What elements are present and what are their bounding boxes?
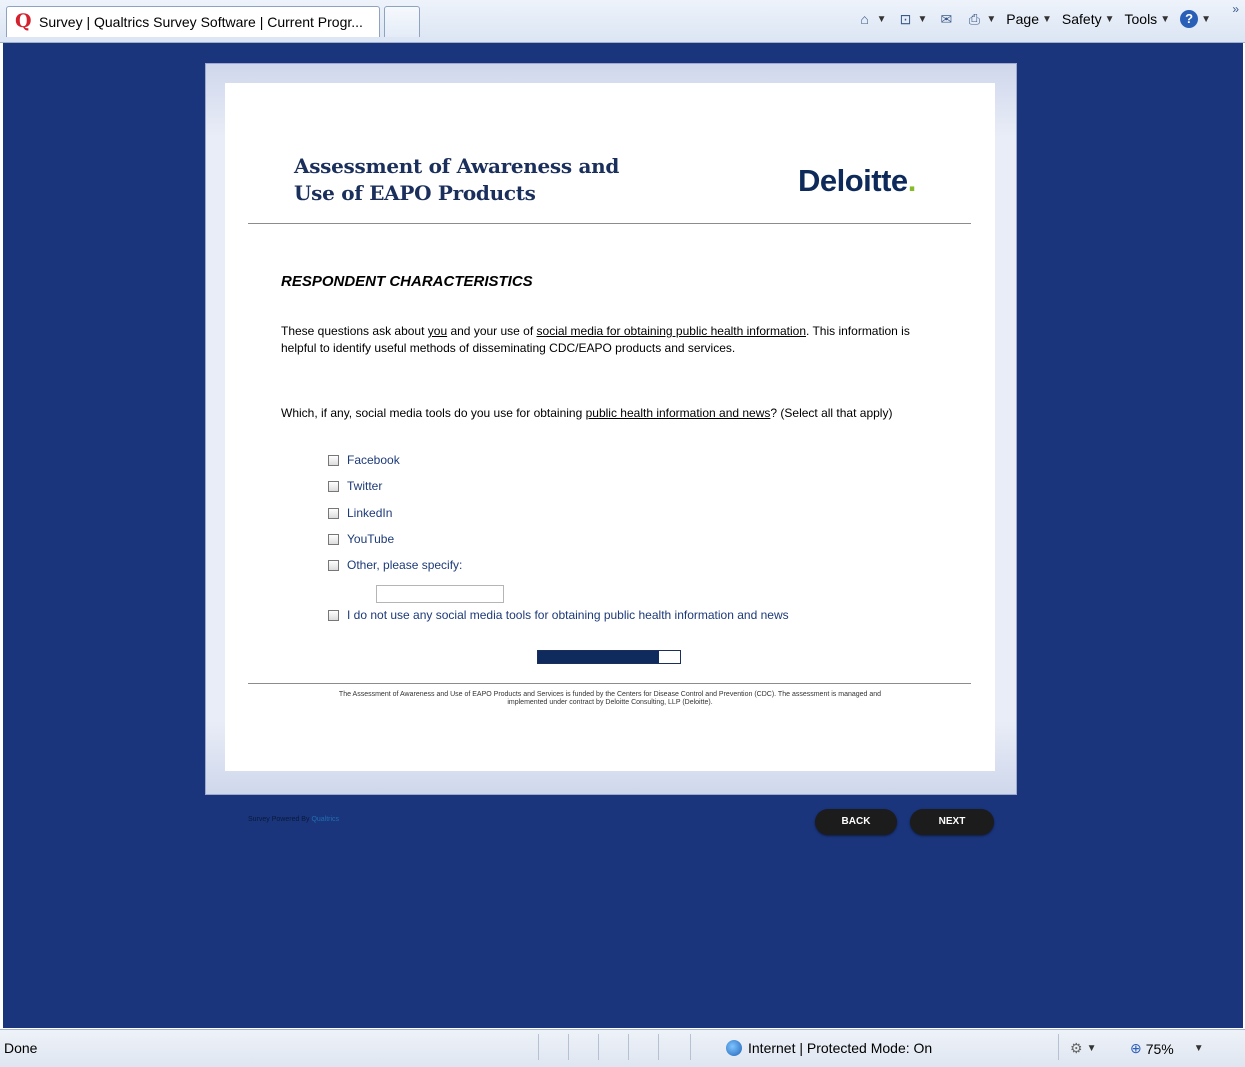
other-specify-input[interactable] — [376, 585, 504, 603]
status-divider — [568, 1034, 569, 1060]
checkbox[interactable] — [328, 480, 339, 492]
header-divider — [248, 223, 971, 224]
feeds-button[interactable]: ⊡ ▼ — [896, 10, 928, 28]
option-none[interactable]: I do not use any social media tools for … — [328, 608, 789, 622]
survey-title: Assessment of Awareness and Use of EAPO … — [294, 153, 619, 207]
checkbox[interactable] — [328, 507, 339, 519]
checkbox[interactable] — [328, 454, 339, 466]
mail-icon: ✉ — [940, 11, 953, 27]
intro-emphasis-you: you — [427, 324, 448, 338]
checkbox[interactable] — [328, 609, 339, 621]
page-menu-label: Page — [1006, 11, 1039, 27]
checkbox[interactable] — [328, 533, 339, 545]
chevron-down-icon: ▼ — [876, 13, 887, 25]
chevron-down-icon: ▼ — [1086, 1043, 1097, 1054]
chevron-down-icon: ▼ — [1041, 13, 1052, 25]
checkbox[interactable] — [328, 559, 339, 571]
question-part1: Which, if any, social media tools do you… — [281, 406, 586, 420]
help-menu[interactable]: ? ▼ — [1180, 10, 1211, 28]
option-linkedin[interactable]: LinkedIn — [328, 506, 392, 520]
funding-footnote: The Assessment of Awareness and Use of E… — [338, 691, 882, 706]
status-divider — [1058, 1034, 1059, 1060]
status-text: Done — [4, 1040, 38, 1056]
survey-title-line2: Use of EAPO Products — [294, 181, 536, 205]
chevron-down-icon: ▼ — [917, 13, 928, 25]
option-label: LinkedIn — [347, 506, 393, 520]
status-divider — [628, 1034, 629, 1060]
chevron-down-icon: ▼ — [986, 13, 997, 25]
intro-part2: and your use of — [447, 324, 537, 338]
status-divider — [598, 1034, 599, 1060]
option-facebook[interactable]: Facebook — [328, 453, 400, 467]
more-commands-icon[interactable]: » — [1232, 2, 1239, 16]
tab-title: Survey | Qualtrics Survey Software | Cur… — [39, 14, 363, 30]
status-divider — [538, 1034, 539, 1060]
safety-menu[interactable]: Safety ▼ — [1062, 11, 1115, 27]
page-viewport: Assessment of Awareness and Use of EAPO … — [3, 43, 1243, 1028]
question-emphasis: public health information and news — [585, 406, 771, 420]
progress-bar — [537, 650, 681, 664]
zoom-icon: ⊕ — [1130, 1040, 1142, 1056]
read-mail-button[interactable]: ✉ — [937, 10, 955, 28]
browser-tab-bar: Q Survey | Qualtrics Survey Software | C… — [0, 0, 1245, 43]
option-label: YouTube — [347, 532, 395, 546]
powered-by: Survey Powered By Qualtrics — [248, 816, 339, 823]
tools-menu-label: Tools — [1124, 11, 1158, 27]
back-button[interactable]: BACK — [815, 809, 897, 835]
survey-frame: Assessment of Awareness and Use of EAPO … — [205, 63, 1017, 795]
addons-icon: ⚙ — [1070, 1040, 1083, 1056]
footer-divider — [248, 683, 971, 684]
status-bar: Done Internet | Protected Mode: On ⚙ ▼ ⊕ 7… — [0, 1029, 1245, 1067]
command-bar: ⌂ ▼ ⊡ ▼ ✉ ⎙ ▼ Page ▼ Safety ▼ Tools ▼ ? ▼ — [856, 8, 1235, 30]
powered-by-text: Survey Powered By — [248, 816, 310, 823]
addon-button[interactable]: ⚙ ▼ — [1070, 1040, 1096, 1057]
deloitte-logo: Deloitte. — [798, 163, 916, 199]
status-divider — [658, 1034, 659, 1060]
rss-icon: ⊡ — [899, 11, 912, 27]
globe-icon — [726, 1040, 742, 1056]
question-text: Which, if any, social media tools do you… — [281, 405, 951, 422]
option-label: Other, please specify: — [347, 558, 463, 572]
safety-menu-label: Safety — [1061, 11, 1102, 27]
qualtrics-icon: Q — [15, 10, 32, 32]
question-part2: ? (Select all that apply) — [770, 406, 893, 420]
zoom-level: 75% — [1145, 1040, 1174, 1057]
chevron-down-icon: ▼ — [1201, 13, 1211, 25]
option-label: Twitter — [347, 479, 383, 493]
chevron-down-icon: ▼ — [1193, 1043, 1204, 1054]
logo-text: Deloitte — [798, 163, 908, 198]
new-tab-button[interactable] — [384, 6, 420, 37]
zone-label: Internet | Protected Mode: On — [748, 1040, 933, 1056]
tools-menu[interactable]: Tools ▼ — [1125, 11, 1171, 27]
survey-paper: Assessment of Awareness and Use of EAPO … — [225, 83, 995, 771]
option-label: Facebook — [347, 453, 400, 467]
home-icon: ⌂ — [860, 11, 869, 27]
intro-part1: These questions ask about — [281, 324, 428, 338]
home-button[interactable]: ⌂ ▼ — [856, 10, 887, 28]
status-divider — [690, 1034, 691, 1060]
print-button[interactable]: ⎙ ▼ — [965, 10, 997, 28]
intro-emphasis-social-media: social media for obtaining public health… — [536, 324, 807, 338]
zoom-control[interactable]: ⊕ 75% ▼ — [1130, 1040, 1204, 1057]
help-icon: ? — [1180, 10, 1199, 28]
intro-text: These questions ask about you and your u… — [281, 323, 921, 357]
browser-tab[interactable]: Q Survey | Qualtrics Survey Software | C… — [6, 6, 380, 37]
page-menu[interactable]: Page ▼ — [1006, 11, 1052, 27]
option-youtube[interactable]: YouTube — [328, 532, 394, 546]
qualtrics-link[interactable]: Qualtrics — [311, 816, 339, 823]
progress-fill — [538, 651, 659, 663]
option-twitter[interactable]: Twitter — [328, 479, 382, 493]
printer-icon: ⎙ — [968, 11, 980, 27]
survey-title-line1: Assessment of Awareness and — [294, 154, 620, 178]
next-button[interactable]: NEXT — [910, 809, 994, 835]
option-other[interactable]: Other, please specify: — [328, 558, 462, 572]
logo-dot: . — [907, 163, 917, 198]
chevron-down-icon: ▼ — [1160, 13, 1171, 25]
security-zone[interactable]: Internet | Protected Mode: On — [726, 1040, 932, 1056]
section-title: RESPONDENT CHARACTERISTICS — [281, 273, 533, 290]
option-label: I do not use any social media tools for … — [347, 608, 789, 622]
chevron-down-icon: ▼ — [1104, 13, 1115, 25]
